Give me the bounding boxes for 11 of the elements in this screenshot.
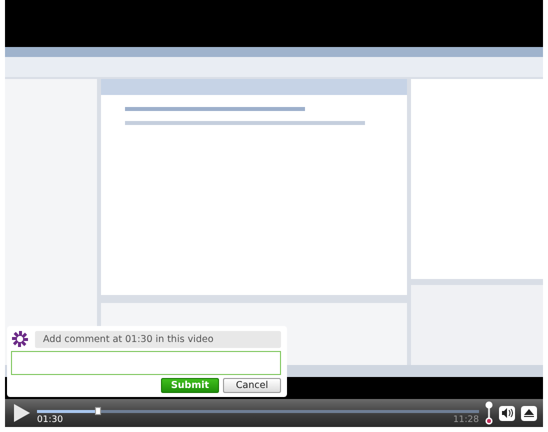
volume-slider-icon[interactable] [485, 401, 493, 425]
speaker-icon[interactable] [499, 406, 515, 420]
eject-icon[interactable] [521, 406, 537, 420]
elapsed-time: 01:30 [37, 414, 63, 424]
comment-prompt: Add comment at 01:30 in this video [35, 330, 281, 348]
play-icon[interactable] [11, 403, 31, 423]
cancel-button[interactable]: Cancel [223, 378, 281, 393]
progress-track[interactable] [37, 410, 479, 412]
comment-field[interactable] [11, 351, 281, 375]
flower-logo-icon [11, 330, 29, 348]
duration-time: 11:28 [453, 414, 479, 424]
